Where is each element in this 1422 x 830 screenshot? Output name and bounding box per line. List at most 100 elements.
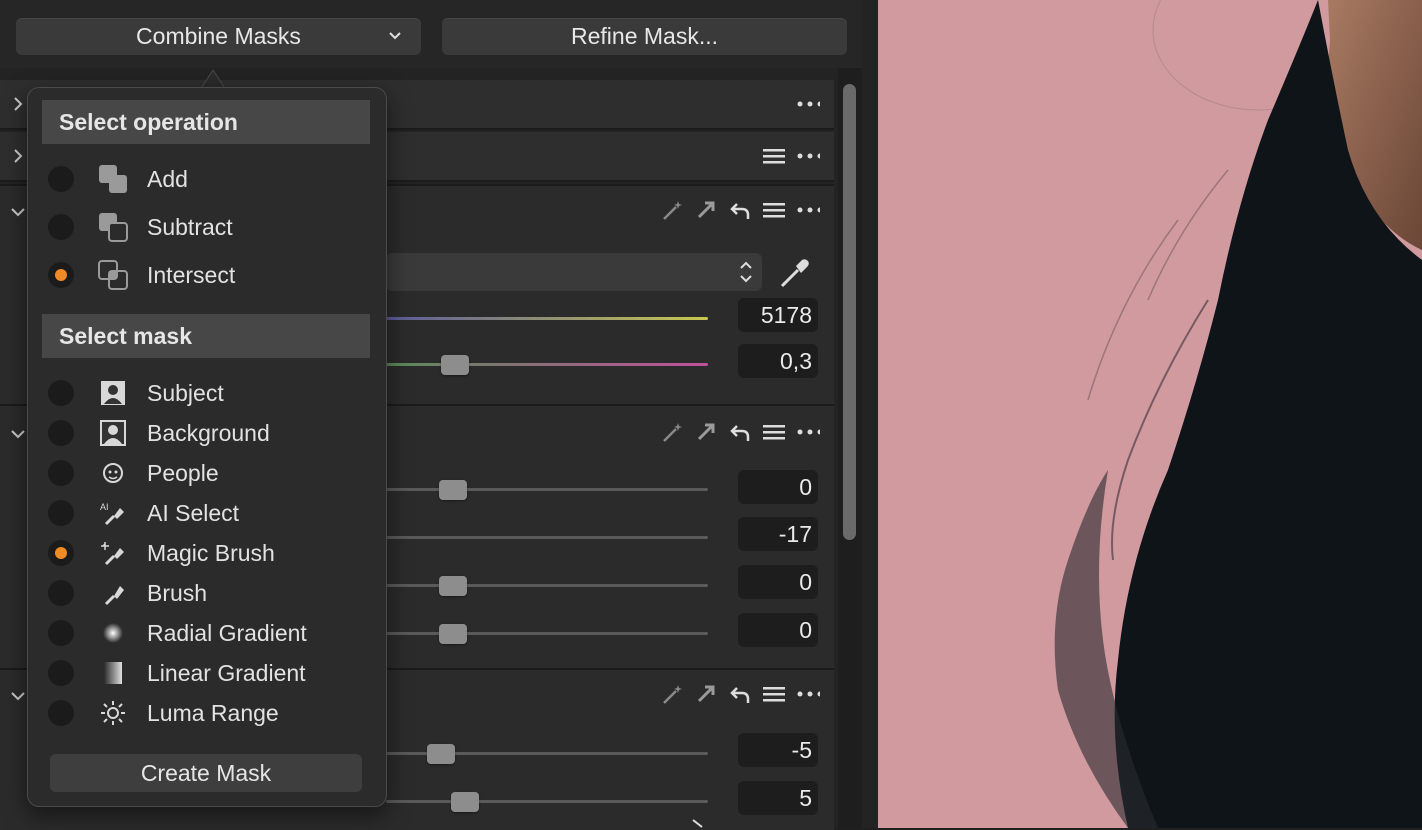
cursor-icon [692,819,703,828]
slider-track[interactable] [386,536,708,539]
linear-gradient-icon [97,657,129,689]
luma-range-icon [97,697,129,729]
more-options-icon[interactable] [796,92,820,116]
radio-button[interactable] [48,420,74,446]
chevron-down-icon[interactable] [10,426,26,442]
combine-masks-popup: Select operation Add Subtract Intersect … [27,87,387,807]
add-mask-icon [97,163,129,195]
radio-button[interactable] [48,166,74,192]
mask-option-luma-range[interactable]: Luma Range [48,695,368,731]
reset-icon[interactable] [728,198,752,222]
slider-track[interactable] [386,488,708,491]
reset-icon[interactable] [728,682,752,706]
refine-mask-button[interactable]: Refine Mask... [442,18,847,55]
slider-thumb[interactable] [427,744,455,764]
mask-label: People [147,459,219,486]
slider-thumb[interactable] [439,624,467,644]
radio-button[interactable] [48,620,74,646]
people-icon [97,457,129,489]
mask-option-subject[interactable]: Subject [48,375,368,411]
mask-label: Background [147,419,270,446]
tint-value[interactable]: 0,3 [738,344,818,378]
radio-button[interactable] [48,214,74,240]
tint-slider-track[interactable] [386,363,708,366]
kelvin-value[interactable]: 5178 [738,298,818,332]
mask-option-magic-brush[interactable]: Magic Brush [48,535,368,571]
copy-apply-icon[interactable] [694,198,718,222]
mask-option-people[interactable]: People [48,455,368,491]
subtract-mask-icon [97,211,129,243]
radio-button[interactable] [48,580,74,606]
list-menu-icon[interactable] [762,420,786,444]
mask-label: Magic Brush [147,539,275,566]
mask-option-radial-gradient[interactable]: Radial Gradient [48,615,368,651]
combine-masks-label: Combine Masks [136,23,301,49]
chevron-right-icon[interactable] [10,148,26,164]
refine-mask-label: Refine Mask... [571,23,718,49]
slider-value[interactable]: 0 [738,565,818,599]
mask-option-ai-select[interactable]: AI AI Select [48,495,368,531]
slider-value[interactable]: -5 [738,733,818,767]
operation-subtract[interactable]: Subtract [48,209,368,245]
operation-heading: Select operation [42,100,370,144]
chevron-down-icon[interactable] [10,204,26,220]
slider-value[interactable]: -17 [738,517,818,551]
slider-value[interactable]: 5 [738,781,818,815]
radio-button[interactable] [48,380,74,406]
brush-icon [97,577,129,609]
copy-apply-icon[interactable] [694,420,718,444]
mask-option-linear-gradient[interactable]: Linear Gradient [48,655,368,691]
list-menu-icon[interactable] [762,682,786,706]
slider-value[interactable]: 0 [738,470,818,504]
ai-select-icon: AI [97,497,129,529]
magic-wand-icon[interactable] [660,682,684,706]
create-mask-button[interactable]: Create Mask [50,754,362,792]
radio-button[interactable] [48,660,74,686]
radio-button[interactable] [48,460,74,486]
background-icon [97,417,129,449]
eyedropper-icon[interactable] [778,256,812,290]
radio-button[interactable] [48,500,74,526]
radio-button-selected[interactable] [48,540,74,566]
radio-button[interactable] [48,700,74,726]
more-options-icon[interactable] [796,682,820,706]
operation-label: Intersect [147,261,236,288]
photo-canvas[interactable] [878,0,1422,828]
intersect-mask-icon [97,259,129,291]
scrollbar[interactable] [843,84,856,540]
slider-thumb[interactable] [451,792,479,812]
magic-wand-icon[interactable] [660,198,684,222]
mask-option-background[interactable]: Background [48,415,368,451]
combine-masks-button[interactable]: Combine Masks [16,18,421,55]
slider-track[interactable] [386,584,708,587]
chevron-right-icon[interactable] [10,96,26,112]
operation-add[interactable]: Add [48,161,368,197]
list-menu-icon[interactable] [762,144,786,168]
slider-thumb[interactable] [439,576,467,596]
mask-option-brush[interactable]: Brush [48,575,368,611]
operation-label: Subtract [147,213,233,240]
mask-label: AI Select [147,499,240,526]
copy-apply-icon[interactable] [694,682,718,706]
operation-intersect[interactable]: Intersect [48,257,368,293]
magic-wand-icon[interactable] [660,420,684,444]
tint-slider-thumb[interactable] [441,355,469,375]
slider-thumb[interactable] [439,480,467,500]
radial-gradient-icon [97,617,129,649]
mask-label: Linear Gradient [147,659,306,686]
slider-track[interactable] [386,632,708,635]
wb-mode-select[interactable] [386,253,762,291]
svg-text:AI: AI [100,502,109,512]
magic-brush-icon [97,537,129,569]
slider-track[interactable] [386,800,708,803]
portrait-image [878,0,1422,828]
chevron-down-icon[interactable] [10,688,26,704]
more-options-icon[interactable] [796,420,820,444]
radio-button-selected[interactable] [48,262,74,288]
slider-value[interactable]: 0 [738,613,818,647]
reset-icon[interactable] [728,420,752,444]
more-options-icon[interactable] [796,198,820,222]
more-options-icon[interactable] [796,144,820,168]
kelvin-slider-track[interactable] [386,317,708,320]
list-menu-icon[interactable] [762,198,786,222]
